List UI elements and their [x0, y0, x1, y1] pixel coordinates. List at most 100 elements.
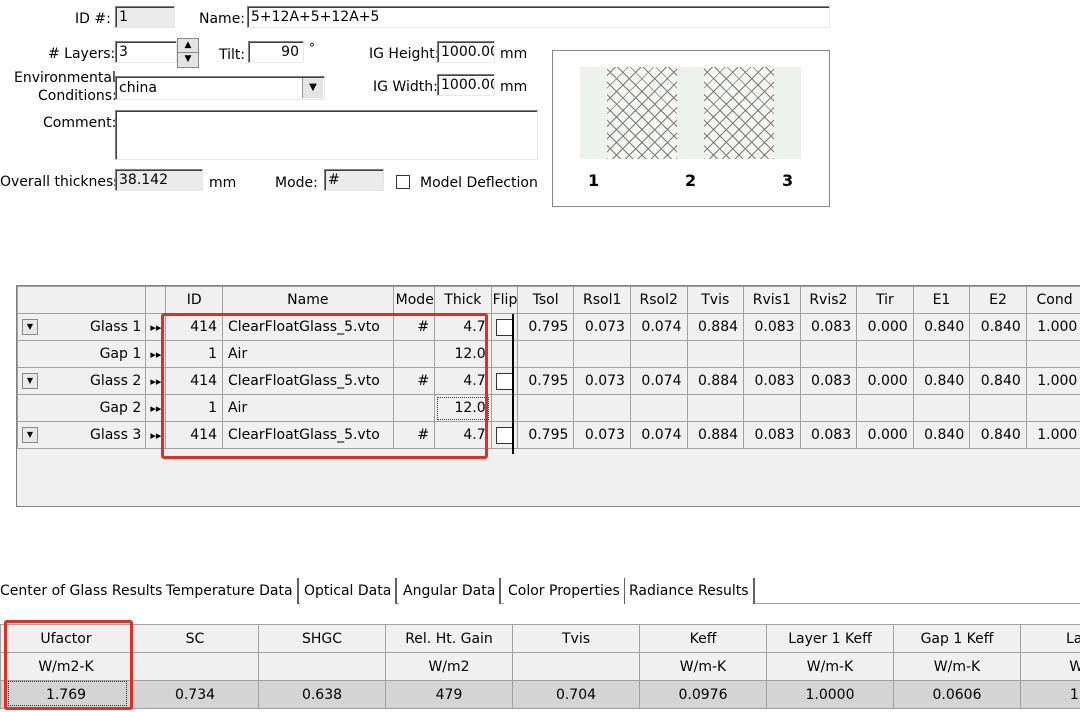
cell-mode[interactable] [392, 394, 436, 422]
cell-name[interactable]: ClearFloatGlass_5.vto [221, 421, 394, 449]
row-nav-icon[interactable]: ▸▸ [145, 394, 167, 422]
cell-mode[interactable]: # [392, 367, 436, 395]
cell-optical-value[interactable]: 0.083 [743, 313, 801, 341]
cell-optical-value[interactable]: 0.083 [799, 421, 858, 449]
results-value-cell[interactable]: 0.734 [131, 680, 259, 709]
row-nav-icon[interactable]: ▸▸ [145, 421, 167, 449]
cell-mode[interactable]: # [392, 421, 436, 449]
cell-optical-value[interactable]: 0.083 [799, 313, 858, 341]
cell-optical-value[interactable]: 0.073 [573, 367, 631, 395]
name-input[interactable]: 5+12A+5+12A+5 [247, 6, 830, 28]
cell-name[interactable]: Air [221, 340, 394, 368]
cell-optical-value[interactable]: 0.083 [743, 367, 801, 395]
tab-optical-data[interactable]: Optical Data [300, 578, 398, 604]
col-header-cond[interactable]: Cond [1025, 286, 1080, 314]
cell-optical-value[interactable]: 0.840 [969, 313, 1027, 341]
row-nav-icon[interactable]: ▸▸ [145, 313, 167, 341]
layers-spinner[interactable]: ▲ ▼ [177, 38, 199, 68]
cell-optical-value[interactable]: 0.083 [799, 367, 858, 395]
col-header-tsol[interactable]: Tsol [516, 286, 575, 314]
cell-thick[interactable]: 4.7 [434, 313, 492, 341]
col-header-rvis2[interactable]: Rvis2 [799, 286, 858, 314]
cell-optical-value[interactable]: 1.000 [1025, 367, 1080, 395]
cell-optical-value[interactable]: 0.073 [573, 313, 631, 341]
cell-thick[interactable]: 12.0 [434, 394, 492, 422]
cell-name[interactable]: ClearFloatGlass_5.vto [221, 367, 394, 395]
row-expand-icon[interactable]: ▼ [22, 427, 38, 443]
cell-name[interactable]: Air [221, 394, 394, 422]
cell-optical-value[interactable]: 0.884 [686, 313, 745, 341]
spin-down-icon[interactable]: ▼ [178, 53, 198, 67]
cell-thick[interactable]: 4.7 [434, 421, 492, 449]
tilt-input[interactable]: 90 [248, 41, 304, 63]
cell-optical-value[interactable]: 0.840 [969, 367, 1027, 395]
row-expand-icon[interactable]: ▼ [22, 319, 38, 335]
spin-up-icon[interactable]: ▲ [178, 39, 198, 53]
col-header-mode[interactable]: Mode [392, 286, 436, 314]
col-header-e2[interactable]: E2 [969, 286, 1027, 314]
cell-optical-value[interactable]: 0.840 [969, 421, 1027, 449]
row-nav-icon[interactable]: ▸▸ [145, 367, 167, 395]
cell-optical-value[interactable]: 0.884 [686, 367, 745, 395]
results-value-cell[interactable]: 1.00 [1020, 680, 1080, 709]
cell-thick[interactable]: 4.7 [434, 367, 492, 395]
row-header[interactable]: ▼ Glass 3 [17, 421, 147, 449]
cell-optical-value[interactable]: 0.000 [856, 367, 914, 395]
cell-optical-value[interactable]: 0.795 [516, 367, 575, 395]
tab-color-properties[interactable]: Color Properties [504, 578, 626, 604]
flip-checkbox[interactable] [495, 318, 513, 336]
results-value-cell[interactable]: 0.0606 [893, 680, 1021, 709]
col-header-e1[interactable]: E1 [912, 286, 971, 314]
cell-optical-value[interactable]: 0.074 [629, 313, 688, 341]
glass-row[interactable]: ▼ Glass 3 ▸▸ 414 ClearFloatGlass_5.vto #4.7 0.… [17, 421, 1080, 449]
row-expand-icon[interactable]: ▼ [22, 373, 38, 389]
cell-mode[interactable] [392, 340, 436, 368]
cell-thick[interactable]: 12.0 [434, 340, 492, 368]
cell-id[interactable]: 414 [165, 421, 223, 449]
flip-checkbox[interactable] [495, 426, 513, 444]
ig-width-input[interactable]: 1000.00 [437, 74, 495, 96]
results-value-cell[interactable]: 479 [385, 680, 513, 709]
results-value-cell[interactable]: 1.0000 [766, 680, 894, 709]
row-header[interactable]: Gap 2 [17, 394, 147, 422]
cell-optical-value[interactable]: 0.840 [912, 421, 971, 449]
gap-row[interactable]: Gap 1 ▸▸ 1 Air 12.0 [17, 340, 1080, 368]
col-header-rsol1[interactable]: Rsol1 [573, 286, 631, 314]
cell-optical-value[interactable]: 0.884 [686, 421, 745, 449]
col-header-tir[interactable]: Tir [856, 286, 914, 314]
cell-optical-value[interactable]: 0.000 [856, 313, 914, 341]
ig-height-input[interactable]: 1000.00 [437, 41, 495, 63]
col-header-rvis1[interactable]: Rvis1 [743, 286, 801, 314]
cell-optical-value[interactable]: 0.000 [856, 421, 914, 449]
glass-row[interactable]: ▼ Glass 1 ▸▸ 414 ClearFloatGlass_5.vto #4.7 0.… [17, 313, 1080, 341]
cell-optical-value[interactable]: 0.074 [629, 367, 688, 395]
env-conditions-select[interactable]: china ▼ [115, 76, 325, 100]
cell-optical-value[interactable]: 0.074 [629, 421, 688, 449]
col-header-name[interactable]: Name [221, 286, 394, 314]
cell-id[interactable]: 414 [165, 313, 223, 341]
cell-optical-value[interactable]: 0.840 [912, 313, 971, 341]
cell-id[interactable]: 414 [165, 367, 223, 395]
cell-optical-value[interactable]: 0.795 [516, 421, 575, 449]
row-header[interactable]: ▼ Glass 1 [17, 313, 147, 341]
id-field[interactable]: 1 [115, 6, 175, 28]
tab-radiance-results[interactable]: Radiance Results [625, 578, 755, 604]
cell-optical-value[interactable]: 0.083 [743, 421, 801, 449]
tab-temperature-data[interactable]: Temperature Data [162, 578, 299, 604]
model-deflection-checkbox[interactable] [396, 175, 410, 189]
row-header[interactable]: Gap 1 [17, 340, 147, 368]
cell-id[interactable]: 1 [165, 340, 223, 368]
cell-mode[interactable]: # [392, 313, 436, 341]
flip-checkbox[interactable] [495, 372, 513, 390]
cell-optical-value[interactable]: 0.073 [573, 421, 631, 449]
results-value-cell[interactable]: 0.638 [258, 680, 386, 709]
gap-row[interactable]: Gap 2 ▸▸ 1 Air 12.0 [17, 394, 1080, 422]
comment-textarea[interactable] [115, 110, 538, 160]
col-header-id[interactable]: ID [165, 286, 223, 314]
glass-row[interactable]: ▼ Glass 2 ▸▸ 414 ClearFloatGlass_5.vto #4.7 0.… [17, 367, 1080, 395]
col-header-rsol2[interactable]: Rsol2 [629, 286, 688, 314]
tab-angular-data[interactable]: Angular Data [399, 578, 502, 604]
col-header-flip[interactable]: Flip [490, 286, 518, 314]
chevron-down-icon[interactable]: ▼ [302, 78, 323, 98]
cell-id[interactable]: 1 [165, 394, 223, 422]
